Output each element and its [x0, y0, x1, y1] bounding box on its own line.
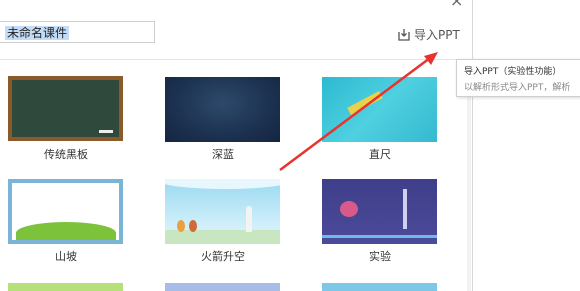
template-thumbnail-rocket-launch[interactable]	[165, 179, 280, 244]
flask-icon	[340, 201, 358, 217]
background-panel	[473, 0, 580, 291]
rocket-icon	[246, 206, 252, 232]
courseware-name-text: 未命名课件	[5, 26, 70, 40]
test-tube-icon	[403, 189, 407, 229]
lab-bench	[322, 235, 437, 238]
template-thumbnail-hillside[interactable]	[8, 179, 123, 244]
chalk-icon	[99, 130, 113, 133]
blackboard-surface	[12, 80, 119, 137]
import-icon	[398, 29, 410, 41]
tooltip-description: 以解析形式导入PPT，解析	[464, 83, 571, 93]
ground-strip	[165, 230, 280, 244]
template-label: 实验	[369, 250, 391, 263]
template-thumbnail-deep-blue[interactable]	[165, 77, 280, 142]
minimize-button[interactable]: ‒	[426, 0, 434, 7]
template-thumbnail-partial[interactable]	[165, 283, 280, 291]
courseware-name-input[interactable]: 未命名课件	[0, 21, 155, 43]
hill-icon	[16, 222, 116, 240]
template-label: 火箭升空	[201, 250, 245, 263]
template-thumbnail-partial[interactable]	[8, 283, 123, 291]
import-ppt-tooltip: 导入PPT（实验性功能） 以解析形式导入PPT，解析	[456, 59, 580, 97]
close-button[interactable]: ×	[450, 0, 463, 11]
cloud-icon	[165, 179, 280, 189]
template-label: 山坡	[55, 250, 77, 263]
import-ppt-button[interactable]: 导入PPT	[397, 26, 460, 43]
tree-icon	[177, 220, 185, 232]
template-dialog: ‒ × 未命名课件 导入PPT 传统黑板 深蓝 直尺 山坡 火箭升空	[0, 0, 473, 291]
header-divider	[0, 59, 471, 60]
template-label: 直尺	[369, 148, 391, 161]
import-ppt-label: 导入PPT	[414, 28, 460, 42]
template-label: 深蓝	[212, 148, 234, 161]
template-thumbnail-traditional-blackboard[interactable]	[8, 76, 123, 141]
tooltip-title: 导入PPT（实验性功能）	[464, 67, 562, 77]
template-thumbnail-experiment[interactable]	[322, 179, 437, 244]
tree-icon	[189, 220, 197, 232]
ruler-icon	[347, 91, 383, 115]
template-label: 传统黑板	[44, 148, 88, 161]
template-thumbnail-ruler[interactable]	[322, 77, 437, 142]
template-thumbnail-partial[interactable]	[322, 283, 437, 291]
